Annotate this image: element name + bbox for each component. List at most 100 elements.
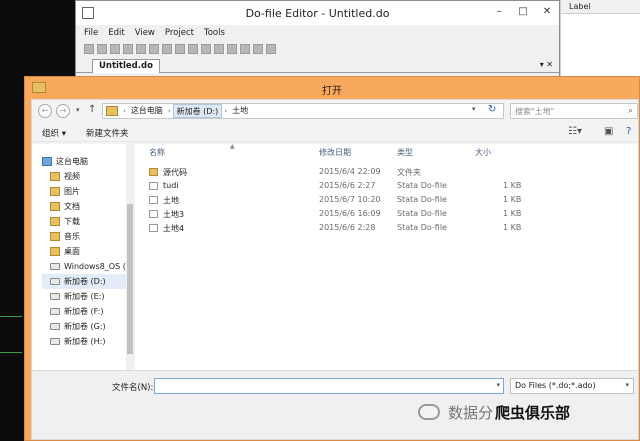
close-button[interactable]: ✕ [535,1,559,21]
search-icon[interactable]: ⌕ [628,106,633,116]
file-name: 土地3 [163,210,185,219]
print-icon[interactable] [123,44,133,54]
menu-tools[interactable]: Tools [204,28,225,38]
cut-icon[interactable] [149,44,159,54]
dofile-toolbar [76,41,559,57]
file-type: Stata Do-file [397,195,447,204]
file-row[interactable]: 土地4 2015/6/6 2:28 Stata Do-file 1 KB [135,222,638,235]
file-name: 源代码 [163,168,187,177]
search-input[interactable]: 搜索"土地" ⌕ [510,103,638,119]
bookmark-icon[interactable] [240,44,250,54]
result-line-divider [0,316,22,317]
open-icon[interactable] [97,44,107,54]
file-date: 2015/6/6 16:09 [319,209,381,218]
tree-item-label: 下载 [64,217,80,226]
column-date[interactable]: 修改日期 [319,147,351,158]
unindent-icon[interactable] [227,44,237,54]
tab-untitled[interactable]: Untitled.do [92,59,160,73]
breadcrumb-separator-icon: › [224,107,228,115]
redo-icon[interactable] [201,44,211,54]
menu-view[interactable]: View [135,28,155,38]
paste-icon[interactable] [175,44,185,54]
forward-button[interactable]: → [56,104,70,118]
file-date: 2015/6/6 2:28 [319,223,376,232]
menu-file[interactable]: File [84,28,98,38]
view-options-icon[interactable]: ☷▾ [568,126,582,137]
drive-icon [50,278,60,285]
search-placeholder: 搜索"土地" [515,107,555,116]
file-name: tudi [163,181,179,190]
column-name[interactable]: 名称 [149,147,165,158]
tab-close-icon[interactable]: ▾ ✕ [540,60,553,69]
copy-icon[interactable] [162,44,172,54]
tree-item-label: 这台电脑 [56,157,88,166]
watermark: 数据分 爬虫俱乐部 [418,398,570,426]
tree-item-drive-h[interactable]: 新加卷 (H:) [50,334,106,349]
drive-icon [50,323,60,330]
tree-item-this-pc[interactable]: 这台电脑 [42,154,88,169]
result-line-divider [0,352,22,353]
file-row[interactable]: 源代码 2015/6/4 22:09 文件夹 [135,166,638,179]
new-icon[interactable] [84,44,94,54]
undo-icon[interactable] [188,44,198,54]
drive-icon [50,338,60,345]
tree-item-windows-drive[interactable]: Windows8_OS ( [50,259,126,274]
tree-item-drive-d[interactable]: 新加卷 (D:) [42,274,126,289]
file-date: 2015/6/4 22:09 [319,167,381,176]
tree-item-documents[interactable]: 文档 [50,199,80,214]
chevron-down-icon[interactable]: ▾ [625,381,629,389]
menu-edit[interactable]: Edit [108,28,124,38]
column-size[interactable]: 大小 [475,147,491,158]
navigation-bar: ← → ▾ ↑ › 这台电脑 › 新加卷 (D:) › 土地 ▾ ↻ 搜索"土地… [32,100,638,122]
column-type[interactable]: 类型 [397,147,413,158]
refresh-icon[interactable]: ↻ [488,104,496,115]
tree-item-music[interactable]: 音乐 [50,229,80,244]
file-list-header: 名称 ▲ 修改日期 类型 大小 [135,143,638,160]
save-icon[interactable] [110,44,120,54]
drive-icon [50,308,60,315]
execute-icon[interactable] [266,44,276,54]
breadcrumb-this-pc[interactable]: 这台电脑 [128,104,166,118]
music-folder-icon [50,232,60,241]
new-folder-button[interactable]: 新建文件夹 [86,127,129,139]
filetype-select[interactable]: Do Files (*.do;*.ado) ▾ [510,378,634,394]
address-dropdown-icon[interactable]: ▾ [472,105,476,113]
minimize-button[interactable]: – [487,1,511,21]
sort-ascending-icon: ▲ [230,143,235,150]
file-row[interactable]: tudi 2015/6/6 2:27 Stata Do-file 1 KB [135,180,638,193]
tree-item-label: Windows8_OS ( [64,262,126,271]
tree-item-drive-g[interactable]: 新加卷 (G:) [50,319,106,334]
drive-icon [50,293,60,300]
file-row[interactable]: 土地3 2015/6/6 16:09 Stata Do-file 1 KB [135,208,638,221]
organize-button[interactable]: 组织 ▾ [42,127,66,139]
video-folder-icon [50,172,60,181]
tree-item-pictures[interactable]: 图片 [50,184,80,199]
filename-label: 文件名(N): [112,383,154,393]
preview-pane-icon[interactable]: ▣ [604,126,613,137]
scrollbar-thumb[interactable] [127,204,133,354]
filename-input[interactable]: ▾ [154,378,504,394]
recent-locations-dropdown[interactable]: ▾ [76,106,80,114]
run-icon[interactable] [253,44,263,54]
file-row[interactable]: 土地 2015/6/7 10:20 Stata Do-file 1 KB [135,194,638,207]
tree-item-videos[interactable]: 视频 [50,169,80,184]
address-bar[interactable]: › 这台电脑 › 新加卷 (D:) › 土地 [102,103,504,119]
file-size: 1 KB [503,195,522,204]
maximize-button[interactable]: □ [511,1,535,21]
back-button[interactable]: ← [38,104,52,118]
indent-icon[interactable] [214,44,224,54]
help-icon[interactable]: ? [626,126,631,137]
tree-item-downloads[interactable]: 下载 [50,214,80,229]
tree-item-drive-e[interactable]: 新加卷 (E:) [50,289,105,304]
breadcrumb-drive-d[interactable]: 新加卷 (D:) [172,104,223,118]
tree-item-drive-f[interactable]: 新加卷 (F:) [50,304,103,319]
up-arrow-icon[interactable]: ↑ [88,104,96,115]
chevron-down-icon[interactable]: ▾ [496,381,500,389]
tree-item-desktop[interactable]: 桌面 [50,244,80,259]
menu-project[interactable]: Project [165,28,194,38]
dialog-title-bar: 打开 [25,77,639,99]
file-list: 名称 ▲ 修改日期 类型 大小 源代码 2015/6/4 22:09 文件夹 t… [135,143,638,370]
find-icon[interactable] [136,44,146,54]
tree-scrollbar[interactable] [126,144,134,370]
breadcrumb-folder[interactable]: 土地 [229,104,251,118]
